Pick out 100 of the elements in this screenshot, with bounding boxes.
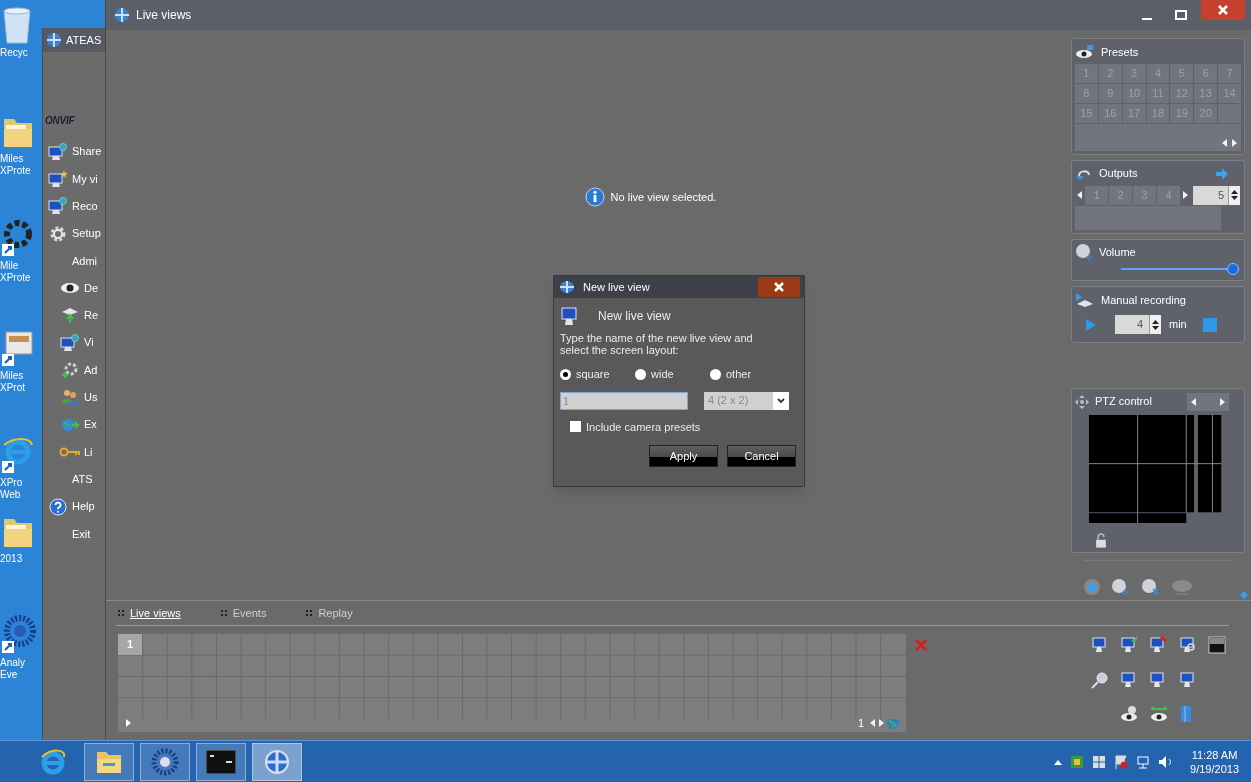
desktop-icon-label: Recyc — [0, 47, 28, 59]
minutes-spin-field[interactable]: 4 — [1115, 315, 1161, 335]
menu-item[interactable]: Reco — [43, 192, 106, 220]
clock-time: 11:28 AM — [1191, 747, 1238, 762]
tab[interactable]: Events — [220, 604, 267, 622]
globe-icon — [886, 716, 900, 731]
app-tray-icon — [1070, 754, 1085, 769]
menu-item[interactable]: Exit — [43, 520, 106, 548]
output-spin-field[interactable]: 5 — [1193, 185, 1240, 205]
close-button[interactable] — [758, 277, 800, 297]
previous-page-button[interactable] — [868, 718, 877, 729]
page-number: 1 — [857, 716, 864, 732]
grid-tray-icon — [1092, 754, 1107, 769]
next-button[interactable] — [1218, 396, 1227, 407]
app-logo-icon — [114, 7, 130, 23]
browser-icon — [0, 435, 36, 475]
right-arrow-icon — [1215, 167, 1229, 180]
monitor-globe-icon — [60, 333, 80, 352]
menu-item[interactable]: Vi — [43, 329, 106, 357]
speaker-off-icon — [1141, 578, 1161, 596]
menu-item[interactable]: My vi — [43, 165, 106, 193]
next-button[interactable] — [1181, 190, 1190, 201]
desktop-icon-label: Analy — [0, 657, 25, 669]
desktop-icon-label: 2013 — [0, 553, 23, 565]
monitor-three-icon — [1178, 670, 1197, 689]
next-button[interactable] — [1230, 137, 1239, 148]
speaker-button[interactable] — [1111, 578, 1131, 596]
seal-logo-icon — [151, 747, 179, 776]
grip-icon — [118, 610, 124, 616]
left-arrow-icon — [1220, 137, 1229, 148]
play-button[interactable] — [124, 718, 133, 729]
menu-item[interactable]: Admi — [43, 247, 106, 275]
help-icon — [49, 497, 67, 516]
name-field[interactable]: 1 — [560, 391, 688, 410]
cell-number[interactable]: 1 — [118, 634, 142, 655]
menu-item[interactable]: Us — [43, 383, 106, 411]
taskbar-app-button[interactable] — [196, 742, 246, 781]
monitor-icon — [1091, 636, 1109, 654]
desktop-icon-label: Miles — [0, 153, 24, 165]
flag-icon — [1114, 754, 1129, 769]
desktop-icon-label: Miles — [0, 370, 24, 382]
desktop-icon-label: Web — [0, 489, 21, 501]
left-arrow-icon — [1075, 190, 1084, 201]
recycle-bin-icon — [0, 5, 34, 45]
search-icon — [1091, 670, 1109, 689]
settings-icon — [49, 224, 67, 243]
layout-radio[interactable]: other — [710, 366, 780, 383]
right-arrow-icon — [877, 718, 886, 729]
window-title: Live views — [136, 7, 192, 24]
menu-item[interactable]: Share — [43, 138, 106, 166]
layout-dropdown[interactable]: 4 (2 x 2) — [704, 391, 789, 410]
pin-icon — [1239, 590, 1249, 600]
window-title: ATEAS — [66, 32, 102, 48]
previous-button[interactable] — [1075, 190, 1084, 201]
dialog-heading: New live view — [598, 308, 671, 325]
info-icon — [584, 187, 605, 207]
app-logo-icon — [46, 32, 62, 48]
menu-item[interactable]: ATS — [43, 465, 106, 493]
layout-radio[interactable]: wide — [635, 366, 710, 383]
unit-label: min — [1169, 317, 1187, 333]
speaker-icon — [1075, 243, 1093, 262]
spin-arrows-icon — [1231, 189, 1238, 202]
menu-item[interactable]: Help — [43, 492, 106, 521]
taskbar-app-button[interactable] — [252, 742, 302, 781]
play-icon — [124, 718, 133, 729]
grip-icon — [306, 610, 313, 616]
cancel-button[interactable]: Cancel — [727, 445, 796, 467]
speaker-icon — [1111, 578, 1131, 596]
speech-bubble-icon — [1171, 579, 1193, 595]
tray-arrow-icon — [61, 306, 79, 325]
left-arrow-icon — [868, 718, 877, 729]
taskbar-app-button[interactable] — [84, 742, 134, 781]
previous-button[interactable] — [1189, 396, 1198, 407]
menu-item[interactable]: Li — [43, 438, 106, 466]
close-button[interactable] — [1201, 0, 1245, 20]
panel-title: Outputs — [1099, 166, 1138, 182]
menu-item[interactable]: Ad — [43, 356, 106, 384]
dialog-title: New live view — [583, 279, 650, 295]
slider-thumb[interactable] — [1227, 263, 1239, 276]
desktop-icon-label: XPro — [0, 477, 23, 489]
camera-icon — [60, 281, 80, 296]
volume-slider[interactable] — [1121, 263, 1239, 276]
menu-item[interactable]: Setup — [43, 219, 106, 248]
logo-text: ONVIF — [45, 114, 75, 128]
presets-checkbox[interactable]: Include camera presets — [570, 418, 798, 435]
taskbar-app-button[interactable] — [140, 742, 190, 781]
tab[interactable]: Live views — [118, 604, 181, 622]
apply-button[interactable]: Apply — [649, 445, 718, 467]
monitor-remove-icon — [1149, 636, 1168, 654]
next-page-button[interactable] — [877, 718, 886, 729]
console-icon — [206, 749, 236, 774]
grip-icon — [220, 610, 227, 616]
mute-button[interactable] — [1141, 578, 1161, 596]
layout-radio[interactable]: square — [560, 366, 635, 383]
tab[interactable]: Replay — [306, 604, 353, 622]
camera-icon — [1075, 45, 1095, 59]
previous-button[interactable] — [1220, 137, 1229, 148]
clock-date: 9/19/2013 — [1190, 761, 1239, 776]
monitor-globe-icon — [48, 197, 68, 216]
menu-item[interactable]: Re — [43, 301, 106, 330]
